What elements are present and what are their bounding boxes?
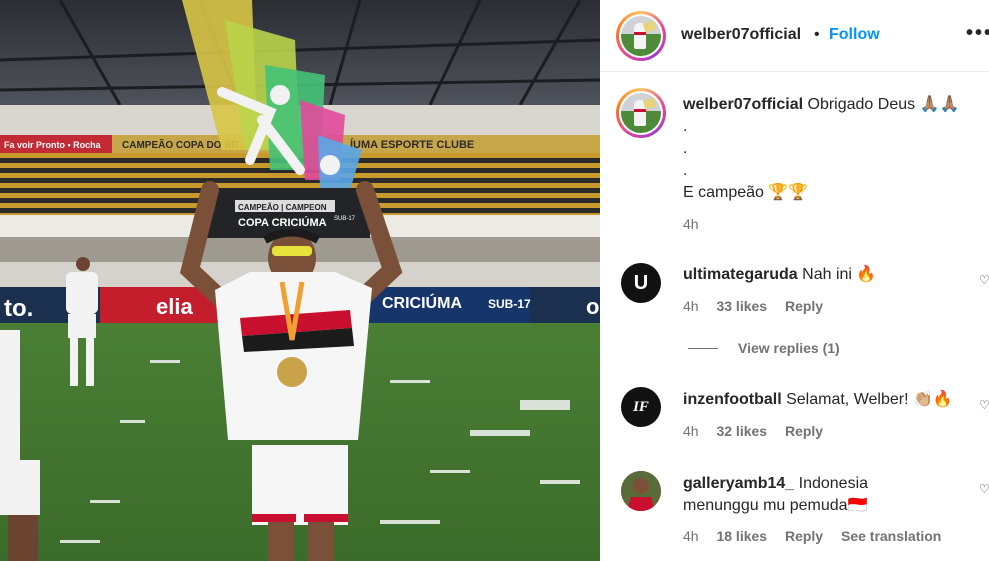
comment-username[interactable]: galleryamb14_ [683,475,794,492]
comment-galleryamb14: galleryamb14_ Indonesia menunggu mu pemu… [683,473,923,517]
post-photo[interactable]: Fa voir Pronto • Rocha CAMPEÃO COPA DO B… [0,0,600,561]
caption-username[interactable]: welber07official [683,96,803,113]
view-replies-button[interactable]: View replies (1) [688,340,840,356]
author-username[interactable]: welber07official [681,26,801,44]
follow-button[interactable]: Follow [829,26,880,44]
see-translation-button[interactable]: See translation [841,528,941,544]
caption-time[interactable]: 4h [683,216,699,232]
comment-likes[interactable]: 32 likes [716,423,767,439]
comment-username[interactable]: ultimategaruda [683,266,798,283]
comment-inzenfootball: inzenfootball Selamat, Welber! 👏🏼🔥 [683,389,983,411]
comment-meta: 4h 32 likes Reply [683,423,837,439]
player-photo-avatar-icon [621,471,661,511]
view-replies-label: View replies (1) [738,340,840,356]
board-elia-text: elia [156,294,193,319]
comment-username[interactable]: inzenfootball [683,391,782,408]
reply-button[interactable]: Reply [785,298,823,314]
comment-likes[interactable]: 33 likes [716,298,767,314]
comment-likes[interactable]: 18 likes [716,528,767,544]
board-criciuma-text: CRICIÚMA [382,293,462,312]
comment-text: Selamat, Welber! 👏🏼🔥 [786,391,953,408]
inzen-football-logo-icon: IF [633,398,649,415]
comment-avatar-ultimategaruda[interactable]: U [621,263,661,303]
trophy-plate-sub: SUB-17 [334,216,356,222]
comment-time[interactable]: 4h [683,528,699,544]
caption-line-4: . [683,162,688,179]
trophy-plate-text-1: CAMPEÃO | CAMPEON [238,203,327,212]
caption: welber07official Obrigado Deus 🙏🏽🙏🏽 . . … [683,94,983,204]
caption-line-2: . [683,118,688,135]
comment-avatar-inzenfootball[interactable]: IF [621,387,661,427]
comment-time[interactable]: 4h [683,298,699,314]
like-heart-icon[interactable]: ♡ [979,273,989,287]
like-heart-icon[interactable]: ♡ [979,482,989,496]
view-replies-line [688,347,718,349]
caption-line-3: . [683,140,688,157]
trophy-plate-text-2: COPA CRICIÚMA [238,216,327,229]
post-details-panel: welber07official • Follow ••• welber07of… [600,0,989,561]
author-avatar[interactable] [616,11,666,61]
post-header: welber07official • Follow ••• [600,0,989,72]
like-heart-icon[interactable]: ♡ [979,398,989,412]
comment-text: Nah ini 🔥 [802,266,877,283]
reply-button[interactable]: Reply [785,528,823,544]
header-dot-separator: • [814,26,820,43]
more-options-icon[interactable]: ••• [966,22,989,45]
board-left-text: to. [4,295,33,322]
caption-author-avatar[interactable] [616,88,666,138]
reply-button[interactable]: Reply [785,423,823,439]
comment-meta: 4h 33 likes Reply [683,298,837,314]
board-sub17-text: SUB-17 [488,297,531,311]
banner-club-text: ÍUMA ESPORTE CLUBE [350,138,474,151]
comment-meta: 4h 18 likes Reply See translation [683,528,955,544]
banner-left-text: Fa voir Pronto • Rocha [4,140,102,150]
caption-line-1: Obrigado Deus 🙏🏽🙏🏽 [807,96,960,113]
caption-line-5: E campeão 🏆🏆 [683,184,809,201]
caption-meta: 4h [683,216,713,232]
comment-ultimategaruda: ultimategaruda Nah ini 🔥 [683,264,983,286]
post-image: Fa voir Pronto • Rocha CAMPEÃO COPA DO B… [0,0,600,561]
board-right-text: o [586,294,599,319]
comment-time[interactable]: 4h [683,423,699,439]
ultimate-garuda-logo-icon: U [633,271,649,294]
comment-avatar-galleryamb14[interactable] [621,471,661,511]
